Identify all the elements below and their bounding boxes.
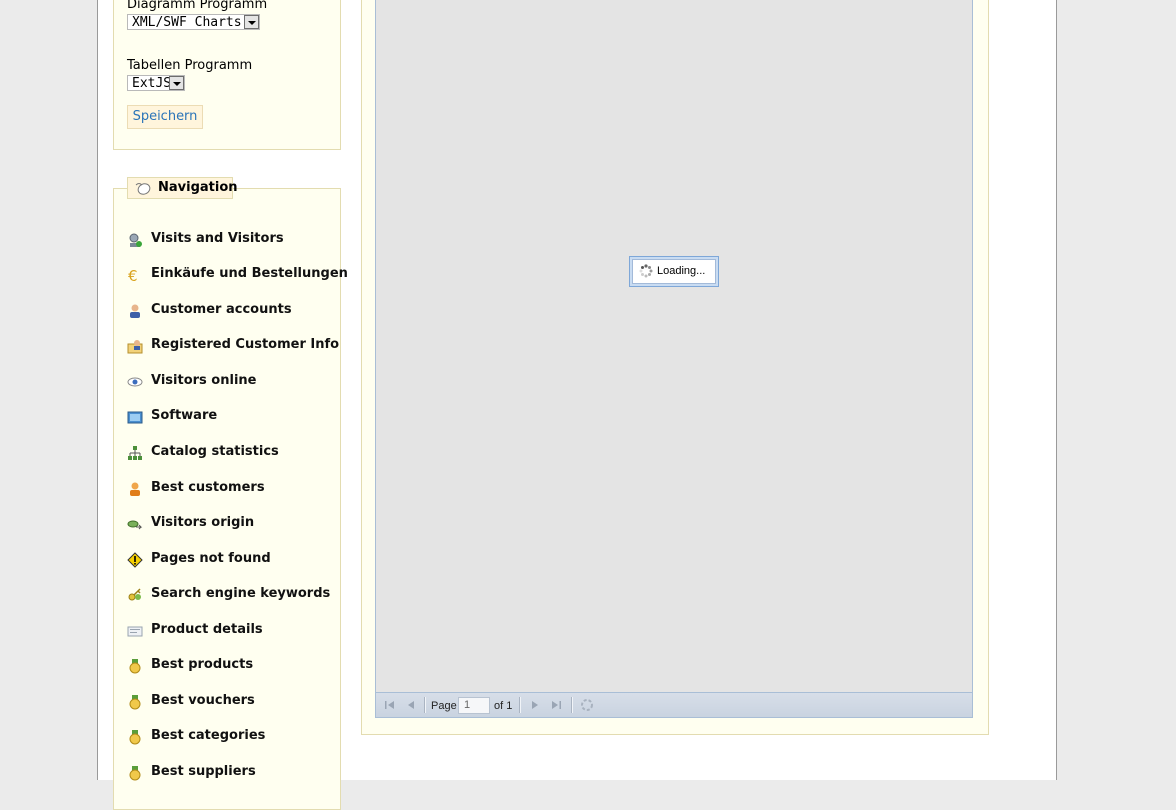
nav-item-visitors-online[interactable]: Visitors online [127,372,332,392]
nav-item-label: Best customers [151,480,265,495]
page-label: Page [431,700,457,712]
warning-icon [127,552,143,568]
svg-text:€: € [128,267,138,283]
nav-item-label: Search engine keywords [151,586,331,601]
medal-icon [129,766,141,781]
nav-item-visitors-origin[interactable]: Visitors origin [127,514,332,534]
user-card-icon [127,340,143,354]
paging-toolbar: Page 1 of 1 [375,692,973,718]
nav-item-best-products[interactable]: Best products [127,656,332,676]
medal-icon [129,659,141,674]
euro-icon: € [128,267,138,283]
nav-item-label: Best suppliers [151,764,256,779]
next-page-icon[interactable] [529,699,541,711]
toolbar-separator [519,697,521,713]
nav-item-registered-customer-info[interactable]: Registered Customer Info [127,336,339,356]
loading-text: Loading... [657,265,706,277]
nav-item-best-customers[interactable]: Best customers [127,479,332,499]
nav-item-label: Customer accounts [151,302,292,317]
nav-item-catalog-statistics[interactable]: Catalog statistics [127,443,332,463]
spinner-icon [639,264,653,278]
nav-item-label: Visitors origin [151,515,255,530]
medal-icon [129,730,141,745]
nav-item-best-suppliers[interactable]: Best suppliers [127,763,332,783]
nav-item-best-categories[interactable]: Best categories [127,727,332,747]
page-count-label: of 1 [494,700,513,712]
save-button[interactable]: Speichern [127,105,203,129]
mouse-icon [135,183,151,195]
chevron-down-icon[interactable] [244,15,259,29]
chart-program-select[interactable]: XML/SWF Charts [127,14,260,30]
loading-mask: Loading... [629,256,719,287]
nav-item-label: Product details [151,622,263,637]
chart-program-label: Diagramm Programm [127,0,268,12]
sitemap-icon [128,446,142,460]
nav-item-software[interactable]: Software [127,407,332,427]
monitor-icon [127,411,143,424]
key-icon [128,588,141,601]
page-number-input[interactable]: 1 [458,697,490,714]
nav-item-label: Visitors online [151,373,257,388]
navigation-title: Navigation [158,180,238,195]
data-grid[interactable] [375,0,973,718]
toolbar-separator [571,697,573,713]
table-program-label: Tabellen Programm [127,58,253,73]
eye-icon [127,377,143,387]
table-program-select[interactable]: ExtJS [127,75,185,91]
nav-item-customer-accounts[interactable]: Customer accounts [127,301,332,321]
previous-page-icon[interactable] [405,699,417,711]
nav-item-search-engine-keywords[interactable]: Search engine keywords [127,585,332,605]
nav-item-label: Best products [151,657,254,672]
nav-item-label: Registered Customer Info [151,337,340,352]
nav-item-pages-not-found[interactable]: Pages not found [127,550,332,570]
nav-item-label: Best vouchers [151,693,255,708]
first-page-icon[interactable] [384,699,396,711]
product-icon [127,626,143,637]
navigation-header: Navigation [127,177,238,199]
origin-icon [127,520,143,530]
nav-item-product-details[interactable]: Product details [127,621,332,641]
medal-icon [129,695,141,710]
chart-program-value: XML/SWF Charts [132,15,242,30]
nav-item-label: Software [151,408,218,423]
chevron-down-icon[interactable] [169,76,184,90]
nav-item-label: Pages not found [151,551,271,566]
nav-item-label: Visits and Visitors [151,231,284,246]
nav-item-label: Einkäufe und Bestellungen [151,266,348,281]
nav-item-label: Best categories [151,728,266,743]
user-icon [130,304,140,318]
nav-item-visits-and-visitors[interactable]: Visits and Visitors [127,230,332,250]
refresh-icon[interactable] [580,698,594,712]
last-page-icon[interactable] [550,699,562,711]
nav-item-eink-ufe-und-bestellungen[interactable]: € Einkäufe und Bestellungen [127,265,348,285]
nav-item-label: Catalog statistics [151,444,279,459]
table-program-value: ExtJS [132,76,172,91]
customer-icon [130,482,140,496]
visitors-icon [129,233,142,247]
toolbar-separator [424,697,426,713]
nav-item-best-vouchers[interactable]: Best vouchers [127,692,332,712]
